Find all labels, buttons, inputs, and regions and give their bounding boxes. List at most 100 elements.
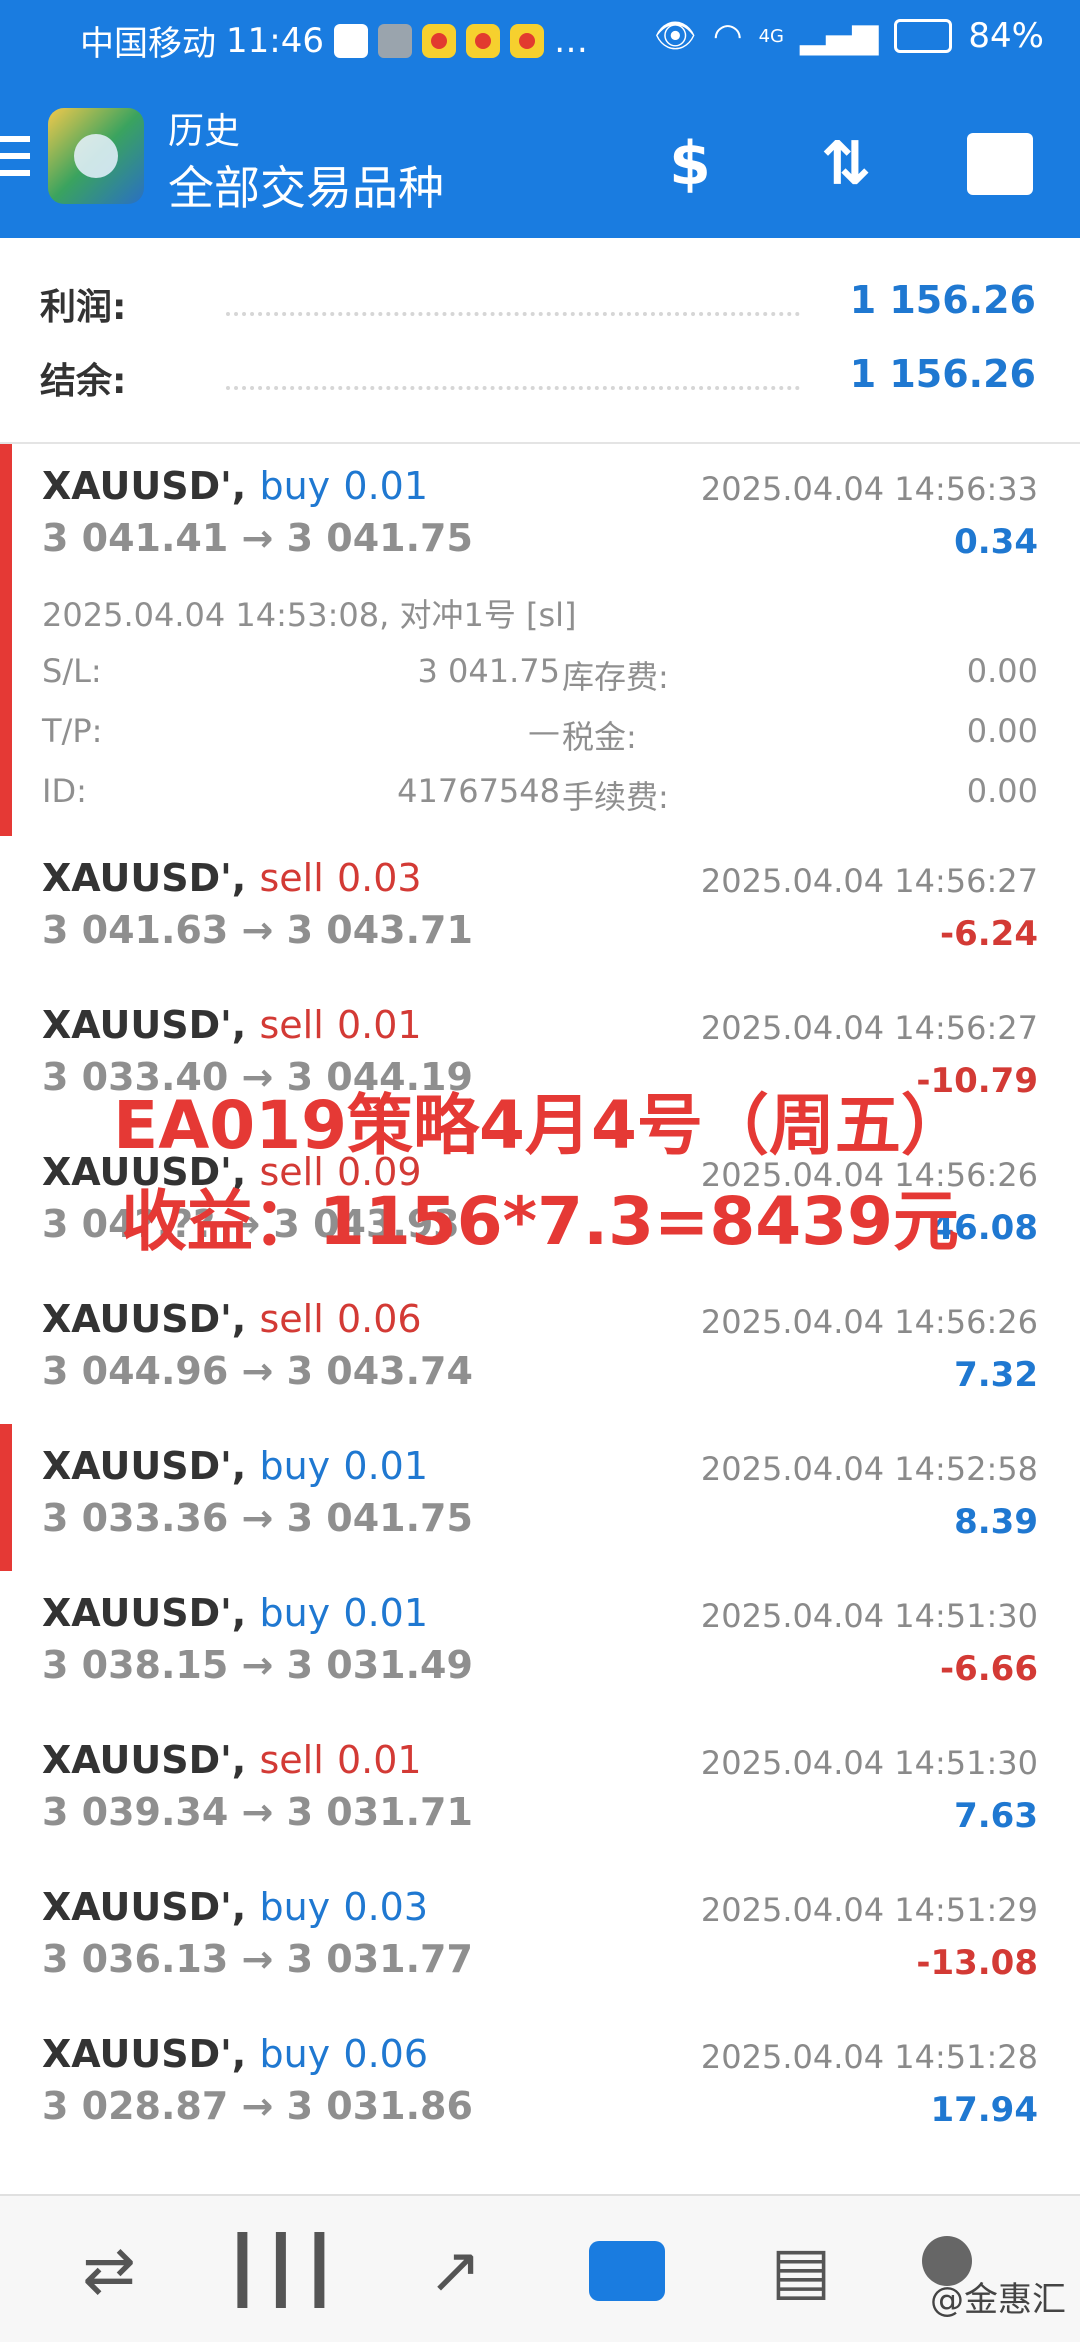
trade-prices: 3 038.15 → 3 031.49 bbox=[42, 1643, 473, 1687]
trade-row[interactable]: XAUUSD', buy 0.03 2025.04.04 14:51:29 3 03… bbox=[0, 1865, 1080, 2014]
trade-profit: -13.08 bbox=[916, 1943, 1038, 1983]
dotted-leader bbox=[226, 386, 800, 390]
network-type: 4G bbox=[758, 25, 784, 47]
trade-symbol: XAUUSD', bbox=[42, 464, 247, 508]
trade-volume: 0.06 bbox=[343, 2032, 429, 2076]
battery-level: 84% bbox=[968, 16, 1044, 56]
trade-volume: 0.01 bbox=[343, 1591, 429, 1635]
swap-value: 0.00 bbox=[966, 652, 1038, 690]
trade-side: sell bbox=[259, 856, 324, 900]
status-flag bbox=[0, 1424, 12, 1571]
sl-label: S/L: bbox=[42, 652, 102, 690]
trade-symbol: XAUUSD', bbox=[42, 1003, 247, 1047]
trade-row[interactable]: XAUUSD', buy 0.01 2025.04.04 14:56:33 3 04… bbox=[0, 444, 1080, 838]
sl-value: 3 041.75 bbox=[417, 652, 561, 690]
profit-value: 1 156.26 bbox=[849, 278, 1036, 322]
carrier-label: 中国移动 bbox=[80, 24, 216, 64]
status-flag bbox=[0, 444, 12, 836]
trade-row[interactable]: XAUUSD', buy 0.06 2025.04.04 14:51:28 3 02… bbox=[0, 2012, 1080, 2161]
chart-candles-icon[interactable]: ┃┃┃ bbox=[223, 2226, 339, 2316]
watermark: @金惠汇 bbox=[930, 2280, 1066, 2320]
trade-side: sell bbox=[259, 1150, 324, 1194]
trade-prices: 3 028.87 → 3 031.86 bbox=[42, 2084, 473, 2128]
open-info: 2025.04.04 14:53:08, 对冲1号 [sl] bbox=[42, 596, 577, 634]
trade-volume: 0.03 bbox=[343, 1885, 429, 1929]
section-title: 历史 bbox=[168, 111, 241, 152]
currency-exchange-icon[interactable]: $ bbox=[650, 124, 730, 204]
trade-row[interactable]: XAUUSD', buy 0.01 2025.04.04 14:52:58 3 03… bbox=[0, 1424, 1080, 1573]
trade-prices: 3 039.34 → 3 031.71 bbox=[42, 1790, 473, 1834]
trade-prices: 3 04?.?? → 3 043.93 bbox=[42, 1202, 460, 1246]
trade-profit: 17.94 bbox=[930, 2090, 1038, 2130]
tp-value: — bbox=[528, 712, 560, 750]
trade-icon[interactable]: ↗ bbox=[410, 2226, 500, 2316]
dotted-leader bbox=[226, 312, 800, 316]
trade-profit: -6.66 bbox=[940, 1649, 1038, 1689]
trade-side: buy bbox=[259, 464, 331, 508]
trade-profit: 0.34 bbox=[954, 522, 1038, 562]
trade-side: buy bbox=[259, 2032, 331, 2076]
balance-row: 结余: 1 156.26 bbox=[40, 352, 1040, 412]
trade-profit: -6.24 bbox=[940, 914, 1038, 954]
trade-side: sell bbox=[259, 1003, 324, 1047]
eye-icon: 👁 bbox=[653, 16, 697, 56]
tp-label: T/P: bbox=[42, 712, 103, 750]
trade-side: sell bbox=[259, 1297, 324, 1341]
trade-row[interactable]: XAUUSD', sell 0.09 2025.04.04 14:56:26 3 0… bbox=[0, 1130, 1080, 1279]
balance-value: 1 156.26 bbox=[849, 352, 1036, 396]
trade-prices: 3 033.36 → 3 041.75 bbox=[42, 1496, 473, 1540]
trade-symbol: XAUUSD', bbox=[42, 1150, 247, 1194]
trade-side: buy bbox=[259, 1591, 331, 1635]
weibo-icon bbox=[509, 23, 544, 58]
trade-prices: 3 044.96 → 3 043.74 bbox=[42, 1349, 473, 1393]
trade-row[interactable]: XAUUSD', buy 0.01 2025.04.04 14:51:30 3 03… bbox=[0, 1571, 1080, 1720]
avatar-app-icon bbox=[377, 23, 412, 58]
bottom-navigation: ⇄ ┃┃┃ ↗ ▤ bbox=[0, 2194, 1080, 2342]
sort-icon[interactable]: ⇅ bbox=[806, 124, 886, 204]
id-value: 41767548 bbox=[397, 772, 560, 810]
trade-time: 2025.04.04 14:56:27 bbox=[700, 1009, 1038, 1047]
quotes-icon[interactable]: ⇄ bbox=[64, 2226, 154, 2316]
trade-side: sell bbox=[259, 1738, 324, 1782]
menu-icon[interactable] bbox=[0, 136, 30, 180]
profit-label: 利润: bbox=[40, 287, 127, 328]
trade-symbol: XAUUSD', bbox=[42, 1885, 247, 1929]
app-bar: 历史 全部交易品种 $ ⇅ bbox=[0, 80, 1080, 238]
more-notifications: … bbox=[553, 20, 588, 61]
trade-symbol: XAUUSD', bbox=[42, 1591, 247, 1635]
trade-time: 2025.04.04 14:51:29 bbox=[700, 1891, 1038, 1929]
profit-row: 利润: 1 156.26 bbox=[40, 278, 1040, 338]
history-icon[interactable] bbox=[582, 2226, 672, 2316]
clock: 11:46 bbox=[226, 20, 324, 61]
fee-value: 0.00 bbox=[966, 772, 1038, 810]
weibo-icon bbox=[465, 23, 500, 58]
fee-label: 手续费: bbox=[562, 778, 669, 816]
trade-row[interactable]: XAUUSD', sell 0.06 2025.04.04 14:56:26 3 0… bbox=[0, 1277, 1080, 1426]
trade-symbol: XAUUSD', bbox=[42, 1297, 247, 1341]
status-bar: 中国移动 11:46 … 👁 ◠ 4G ▂▄▆ 84% bbox=[0, 0, 1080, 80]
news-icon[interactable]: ▤ bbox=[756, 2226, 846, 2316]
trade-profit: 7.32 bbox=[954, 1355, 1038, 1395]
calendar-icon[interactable] bbox=[960, 124, 1040, 204]
trade-time: 2025.04.04 14:56:26 bbox=[700, 1156, 1038, 1194]
trade-row[interactable]: XAUUSD', sell 0.01 2025.04.04 14:51:30 3 0… bbox=[0, 1718, 1080, 1867]
trade-volume: 0.01 bbox=[343, 464, 429, 508]
trade-time: 2025.04.04 14:56:33 bbox=[700, 470, 1038, 508]
trade-volume: 0.09 bbox=[337, 1150, 422, 1194]
battery-icon bbox=[894, 19, 953, 53]
trade-time: 2025.04.04 14:51:30 bbox=[700, 1597, 1038, 1635]
trade-side: buy bbox=[259, 1444, 331, 1488]
trade-profit: 7.63 bbox=[954, 1796, 1038, 1836]
trade-row[interactable]: XAUUSD', sell 0.01 2025.04.04 14:56:27 3 0… bbox=[0, 983, 1080, 1132]
summary-panel: 利润: 1 156.26 结余: 1 156.26 bbox=[0, 238, 1080, 444]
trade-time: 2025.04.04 14:56:27 bbox=[700, 862, 1038, 900]
trade-row[interactable]: XAUUSD', sell 0.03 2025.04.04 14:56:27 3 0… bbox=[0, 836, 1080, 985]
tax-label: 税金: bbox=[562, 718, 637, 756]
trade-volume: 0.01 bbox=[337, 1003, 422, 1047]
trade-volume: 0.03 bbox=[337, 856, 422, 900]
trade-profit: 46.08 bbox=[930, 1208, 1038, 1248]
trade-profit: 8.39 bbox=[954, 1502, 1038, 1542]
weibo-icon bbox=[421, 23, 456, 58]
trade-row-partial[interactable] bbox=[0, 2159, 1080, 2194]
symbol-filter[interactable]: 全部交易品种 bbox=[168, 152, 444, 218]
